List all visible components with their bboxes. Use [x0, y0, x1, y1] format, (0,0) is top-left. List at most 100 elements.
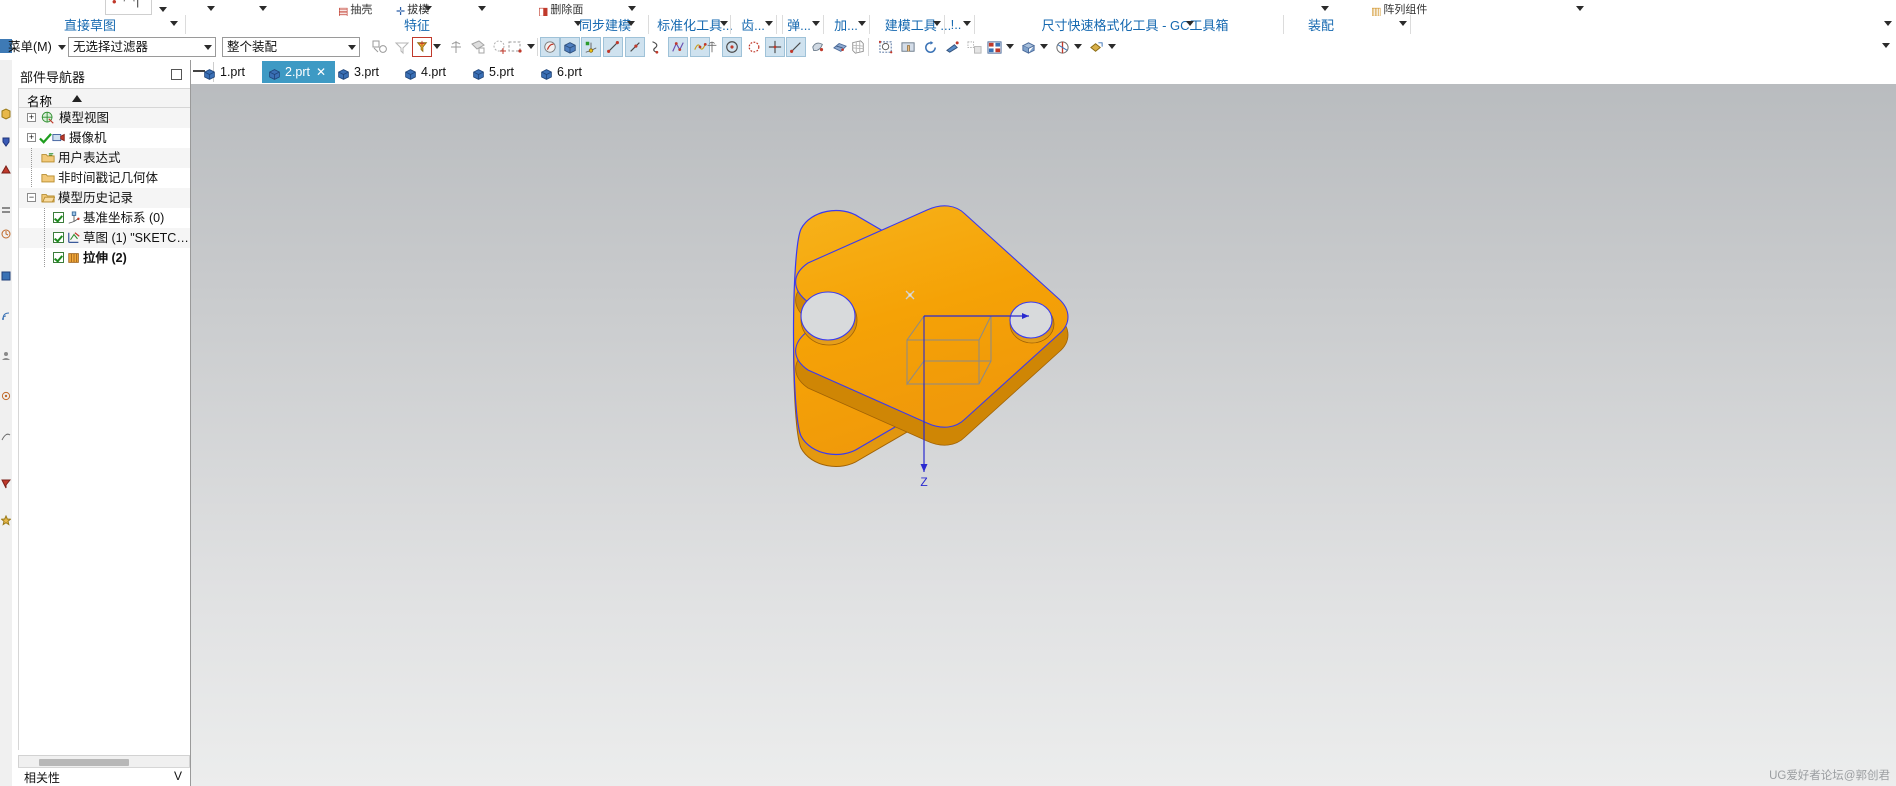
- pan-icon[interactable]: [898, 37, 918, 57]
- chevron-down-icon[interactable]: [628, 6, 636, 11]
- constraint-navigator-icon[interactable]: [1, 136, 11, 150]
- tree-row-sketch[interactable]: 草图 (1) "SKETC…: [19, 228, 190, 248]
- broadcast-icon[interactable]: [1, 310, 11, 324]
- face-select-icon[interactable]: [468, 37, 488, 57]
- render-style-icon[interactable]: [984, 37, 1004, 57]
- chevron-down-icon[interactable]: [159, 7, 167, 12]
- part-navigator-tree[interactable]: + 模型视图 + 摄像机 用户表达式 非时间戳记几何体 − 模型历史记录 基准坐…: [18, 108, 190, 750]
- web-browser-icon[interactable]: [1, 270, 11, 284]
- tab-6prt[interactable]: 6.prt: [534, 61, 591, 83]
- chevron-down-icon[interactable]: [1186, 21, 1194, 26]
- chevron-down-icon[interactable]: [1108, 44, 1116, 49]
- ribbon-group-gc-toolbox[interactable]: 尺寸快速格式化工具 - GC工具箱: [980, 15, 1290, 34]
- rectangle-select-icon[interactable]: [505, 37, 525, 57]
- part-navigator-icon[interactable]: [1, 164, 11, 178]
- expander-plus-icon[interactable]: +: [27, 113, 36, 122]
- solid-body-icon[interactable]: [560, 37, 580, 57]
- select-general-icon[interactable]: [370, 37, 390, 57]
- chevron-down-icon[interactable]: [627, 21, 635, 26]
- tree-row-user-expressions[interactable]: 用户表达式: [19, 148, 190, 168]
- selection-filter-combo[interactable]: 无选择过滤器: [68, 37, 216, 57]
- circle-icon[interactable]: [722, 37, 742, 57]
- chevron-down-icon[interactable]: [858, 21, 866, 26]
- menu-button[interactable]: 菜单(M): [8, 38, 67, 56]
- filter-icon[interactable]: [392, 37, 412, 57]
- line-icon[interactable]: [603, 37, 623, 57]
- reuse-library-icon[interactable]: [1, 205, 11, 219]
- shell-command[interactable]: ▤ 抽壳: [338, 1, 372, 16]
- expander-plus-icon[interactable]: +: [27, 133, 36, 142]
- chevron-down-icon[interactable]: [720, 21, 728, 26]
- tab-2prt[interactable]: 2.prt ✕: [262, 61, 336, 83]
- feature-checkbox[interactable]: [53, 212, 64, 223]
- delete-face-command[interactable]: ◨ 删除面: [538, 1, 583, 16]
- pattern-component-command[interactable]: ▥ 阵列组件: [1371, 1, 1427, 16]
- roles-icon[interactable]: [1, 350, 11, 364]
- chevron-down-icon[interactable]: [1040, 44, 1048, 49]
- chevron-down-icon[interactable]: [1399, 21, 1407, 26]
- chevron-down-icon[interactable]: [259, 6, 267, 11]
- scrollbar-thumb[interactable]: [39, 759, 129, 766]
- tab-3prt[interactable]: 3.prt: [331, 61, 388, 83]
- process-studio-icon[interactable]: [1, 478, 12, 492]
- chevron-down-icon[interactable]: [765, 21, 773, 26]
- tree-row-model-views[interactable]: + 模型视图: [19, 108, 190, 128]
- expander-minus-icon[interactable]: −: [27, 193, 36, 202]
- chevron-down-icon[interactable]: [1074, 44, 1082, 49]
- chevron-down-icon[interactable]: [1576, 6, 1584, 11]
- chevron-down-icon[interactable]: [1321, 6, 1329, 11]
- tree-row-camera[interactable]: + 摄像机: [19, 128, 190, 148]
- selection-filter-active-icon[interactable]: [412, 37, 432, 57]
- ribbon-group-assembly[interactable]: 装配: [1285, 15, 1357, 34]
- graphics-viewport[interactable]: Z UG爱好者论坛@郭创君: [191, 84, 1896, 786]
- chevron-down-icon[interactable]: [170, 21, 178, 26]
- chevron-down-icon[interactable]: [478, 6, 486, 11]
- spline-polyline-icon[interactable]: [668, 37, 688, 57]
- tree-row-extrude[interactable]: 拉伸 (2): [19, 248, 190, 268]
- assembly-navigator-icon[interactable]: [1, 108, 11, 122]
- view-section-icon[interactable]: [1052, 37, 1072, 57]
- visualization-icon[interactable]: [1086, 37, 1106, 57]
- chevron-down-icon[interactable]: [207, 6, 215, 11]
- chevron-down-icon[interactable]: [963, 21, 971, 26]
- tab-4prt[interactable]: 4.prt: [398, 61, 455, 83]
- tree-row-model-history[interactable]: − 模型历史记录: [19, 188, 190, 208]
- chevron-down-icon[interactable]: [433, 44, 441, 49]
- chevron-down-icon[interactable]: [812, 21, 820, 26]
- datum-csys-icon[interactable]: [581, 37, 601, 57]
- sketch-arc-icon[interactable]: ◠: [123, 0, 135, 9]
- cross-point-icon[interactable]: [765, 37, 785, 57]
- shaded-display-icon[interactable]: [540, 37, 560, 57]
- panel-pin-button[interactable]: [171, 69, 182, 80]
- grid-icon[interactable]: [848, 37, 868, 57]
- sketch-point-icon[interactable]: •: [112, 0, 117, 9]
- point-cross-icon[interactable]: [702, 37, 722, 57]
- sort-ascending-icon[interactable]: [72, 95, 82, 102]
- system-scene-icon[interactable]: [1, 390, 11, 404]
- rotate-icon[interactable]: [920, 37, 940, 57]
- tab-5prt[interactable]: 5.prt: [466, 61, 523, 83]
- tree-row-datum-csys[interactable]: 基准坐标系 (0): [19, 208, 190, 228]
- feature-checkbox[interactable]: [53, 252, 64, 263]
- zoom-window-icon[interactable]: [876, 37, 896, 57]
- sketch-curve-icon[interactable]: [808, 37, 828, 57]
- tree-column-header[interactable]: 名称: [18, 88, 190, 109]
- draft-command[interactable]: ✛ 拔模: [396, 1, 429, 16]
- feature-checkbox[interactable]: [53, 232, 64, 243]
- ribbon-group-direct-sketch[interactable]: 直接草图: [0, 15, 180, 34]
- favorites-icon[interactable]: [0, 514, 12, 529]
- model-render[interactable]: Z: [191, 84, 1896, 786]
- view-orient-icon[interactable]: [1018, 37, 1038, 57]
- arc-icon[interactable]: [646, 37, 666, 57]
- toolbar-overflow-chevron-icon[interactable]: [1882, 43, 1890, 48]
- chevron-down-icon[interactable]: [1006, 44, 1014, 49]
- ribbon-overflow-chevron-icon[interactable]: [1884, 21, 1892, 26]
- line-red-icon[interactable]: [786, 37, 806, 57]
- scope-filter-combo[interactable]: 整个装配: [222, 37, 360, 57]
- tree-row-non-timestamp-geometry[interactable]: 非时间戳记几何体: [19, 168, 190, 188]
- sketch-line-icon[interactable]: |: [136, 0, 139, 8]
- chevron-down-icon[interactable]: [933, 21, 941, 26]
- line2-icon[interactable]: [625, 37, 645, 57]
- datum-icon[interactable]: [446, 37, 466, 57]
- measurement-icon[interactable]: [1, 430, 11, 444]
